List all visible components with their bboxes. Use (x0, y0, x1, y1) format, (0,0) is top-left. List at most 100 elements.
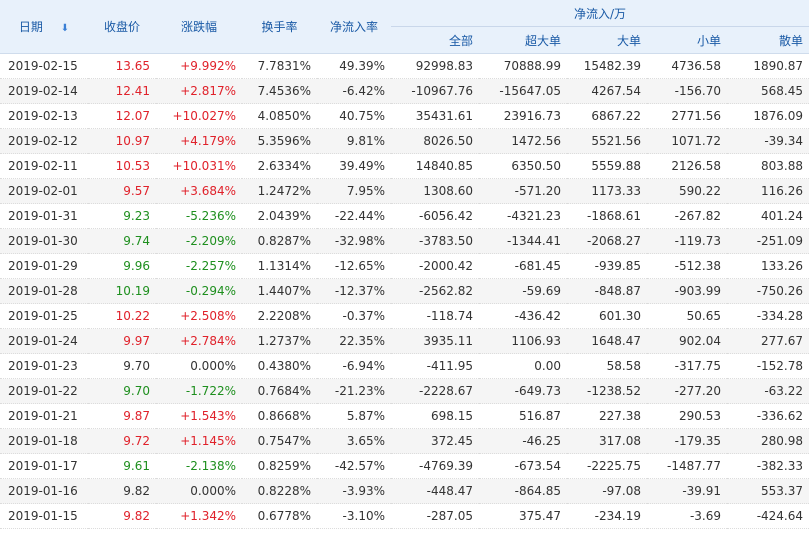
table-row[interactable]: 2019-02-11 10.53 +10.031% 2.6334% 39.49% 1484… (0, 153, 810, 179)
cell-retail: 568.45 (727, 78, 810, 104)
cell-date: 2019-01-31 (0, 203, 88, 229)
table-row[interactable]: 2019-01-30 9.74 -2.209% 0.8287% -32.98% -3783… (0, 228, 810, 254)
cell-total: 372.45 (391, 428, 479, 454)
cell-net-rate: -12.65% (317, 253, 391, 279)
table-row[interactable]: 2019-02-14 12.41 +2.817% 7.4536% -6.42% -1096… (0, 78, 810, 104)
cell-turnover: 1.1314% (242, 253, 317, 279)
header-super-large[interactable]: 超大单 (479, 26, 567, 54)
cell-retail: 401.24 (727, 203, 810, 229)
cell-turnover: 2.0439% (242, 203, 317, 229)
cell-retail: 803.88 (727, 153, 810, 179)
cell-total: -2000.42 (391, 253, 479, 279)
table-row[interactable]: 2019-01-18 9.72 +1.145% 0.7547% 3.65% 372.45-… (0, 428, 810, 454)
cell-change: +9.992% (156, 53, 242, 79)
cell-small: 4736.58 (647, 53, 727, 79)
cell-super-large: 375.47 (479, 503, 567, 529)
cell-small: 1071.72 (647, 128, 727, 154)
cell-small: -179.35 (647, 428, 727, 454)
cell-small: 902.04 (647, 328, 727, 354)
header-retail[interactable]: 散单 (727, 26, 810, 54)
header-small[interactable]: 小单 (647, 26, 727, 54)
table-row[interactable]: 2019-02-13 12.07 +10.027% 4.0850% 40.75% 3543… (0, 103, 810, 129)
cell-date: 2019-01-23 (0, 353, 88, 379)
table-row[interactable]: 2019-01-16 9.82 0.000% 0.8228% -3.93% -448.47… (0, 478, 810, 504)
table-row[interactable]: 2019-01-22 9.70 -1.722% 0.7684% -21.23% -2228… (0, 378, 810, 404)
cell-close: 9.23 (88, 203, 156, 229)
table-row[interactable]: 2019-01-24 9.97 +2.784% 1.2737% 22.35% 3935.1… (0, 328, 810, 354)
cell-retail: 133.26 (727, 253, 810, 279)
cell-date: 2019-02-12 (0, 128, 88, 154)
cell-turnover: 0.8287% (242, 228, 317, 254)
cell-net-rate: -21.23% (317, 378, 391, 404)
cell-large: -1238.52 (567, 378, 647, 404)
cell-super-large: -1344.41 (479, 228, 567, 254)
cell-small: -317.75 (647, 353, 727, 379)
cell-net-rate: 5.87% (317, 403, 391, 429)
cell-net-rate: 40.75% (317, 103, 391, 129)
header-large-label: 大单 (616, 33, 641, 48)
table-row[interactable]: 2019-02-12 10.97 +4.179% 5.3596% 9.81% 8026.5… (0, 128, 810, 154)
cell-retail: 553.37 (727, 478, 810, 504)
cell-change: -5.236% (156, 203, 242, 229)
cell-total: 92998.83 (391, 53, 479, 79)
cell-close: 9.70 (88, 353, 156, 379)
cell-turnover: 7.7831% (242, 53, 317, 79)
header-close[interactable]: 收盘价 (88, 0, 156, 54)
cell-super-large: 1106.93 (479, 328, 567, 354)
cell-change: +3.684% (156, 178, 242, 204)
table-row[interactable]: 2019-01-25 10.22 +2.508% 2.2208% -0.37% -118.… (0, 303, 810, 329)
table-row[interactable]: 2019-01-29 9.96 -2.257% 1.1314% -12.65% -2000… (0, 253, 810, 279)
header-turnover[interactable]: 换手率 (242, 0, 317, 54)
cell-large: -2225.75 (567, 453, 647, 479)
cell-total: -2562.82 (391, 278, 479, 304)
cell-retail: 1876.09 (727, 103, 810, 129)
cell-date: 2019-01-29 (0, 253, 88, 279)
table-row[interactable]: 2019-01-15 9.82 +1.342% 0.6778% -3.10% -287.0… (0, 503, 810, 529)
cell-turnover: 0.7547% (242, 428, 317, 454)
cell-large: -939.85 (567, 253, 647, 279)
cell-date: 2019-01-24 (0, 328, 88, 354)
header-date-label: 日期 (18, 20, 43, 34)
cell-large: 601.30 (567, 303, 647, 329)
header-net-inflow-label: 净流入/万 (573, 6, 627, 21)
cell-total: 1308.60 (391, 178, 479, 204)
cell-net-rate: -0.37% (317, 303, 391, 329)
header-date[interactable]: 日期 ⬇ (0, 0, 88, 54)
cell-date: 2019-01-16 (0, 478, 88, 504)
cell-close: 9.61 (88, 453, 156, 479)
cell-total: 14840.85 (391, 153, 479, 179)
header-total[interactable]: 全部 (391, 26, 479, 54)
cell-total: -3783.50 (391, 228, 479, 254)
table-row[interactable]: 2019-01-17 9.61 -2.138% 0.8259% -42.57% -4769… (0, 453, 810, 479)
header-net-rate-label: 净流入率 (329, 20, 378, 34)
cell-retail: -382.33 (727, 453, 810, 479)
cell-large: 1173.33 (567, 178, 647, 204)
table-row[interactable]: 2019-02-15 13.65 +9.992% 7.7831% 49.39% 92998… (0, 53, 810, 79)
cell-change: -2.138% (156, 453, 242, 479)
cell-turnover: 0.8259% (242, 453, 317, 479)
fund-flow-table: 日期 ⬇ 收盘价 涨跌幅 换手率 净流入率 净流入/万 全部 超大单 大单 小单… (0, 0, 810, 529)
header-large[interactable]: 大单 (567, 26, 647, 54)
cell-large: 58.58 (567, 353, 647, 379)
header-change[interactable]: 涨跌幅 (156, 0, 242, 54)
cell-date: 2019-02-13 (0, 103, 88, 129)
cell-close: 9.72 (88, 428, 156, 454)
table-row[interactable]: 2019-01-21 9.87 +1.543% 0.8668% 5.87% 698.15 5… (0, 403, 810, 429)
cell-change: +1.342% (156, 503, 242, 529)
cell-change: +10.027% (156, 103, 242, 129)
table-row[interactable]: 2019-01-31 9.23 -5.236% 2.0439% -22.44% -6056… (0, 203, 810, 229)
cell-close: 13.65 (88, 53, 156, 79)
table-row[interactable]: 2019-01-28 10.19 -0.294% 1.4407% -12.37% -256… (0, 278, 810, 304)
cell-change: +10.031% (156, 153, 242, 179)
table-row[interactable]: 2019-02-01 9.57 +3.684% 1.2472% 7.95% 1308.60… (0, 178, 810, 204)
header-net-rate[interactable]: 净流入率 (317, 0, 391, 54)
cell-small: 50.65 (647, 303, 727, 329)
cell-retail: 1890.87 (727, 53, 810, 79)
cell-super-large: 0.00 (479, 353, 567, 379)
table-row[interactable]: 2019-01-23 9.70 0.000% 0.4380% -6.94% -411.95… (0, 353, 810, 379)
cell-date: 2019-02-14 (0, 78, 88, 104)
sort-down-icon[interactable]: ⬇ (61, 23, 69, 34)
cell-net-rate: 7.95% (317, 178, 391, 204)
cell-net-rate: 3.65% (317, 428, 391, 454)
cell-total: -411.95 (391, 353, 479, 379)
